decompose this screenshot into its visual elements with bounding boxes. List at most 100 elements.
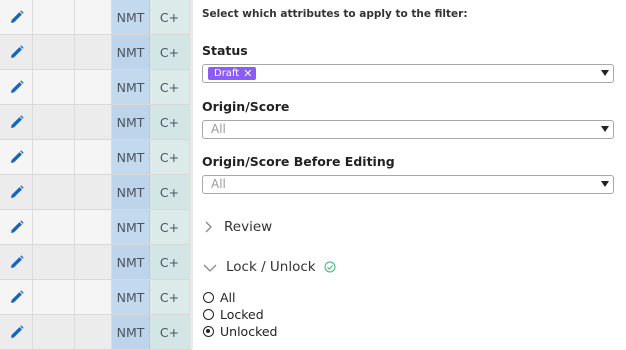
empty-cell[interactable] — [75, 280, 112, 315]
chip-remove-icon[interactable]: ✕ — [243, 67, 252, 80]
radio-all-label: All — [220, 290, 236, 305]
origin-score-before-label: Origin/Score Before Editing — [202, 154, 395, 169]
empty-cell[interactable] — [75, 70, 112, 105]
empty-cell[interactable] — [33, 35, 75, 70]
table-row[interactable]: NMT C+ — [0, 210, 192, 245]
flag-cell[interactable]: C+ — [150, 35, 190, 70]
engine-cell[interactable]: NMT — [112, 140, 150, 175]
empty-cell[interactable] — [33, 175, 75, 210]
table-row[interactable]: NMT C+ — [0, 175, 192, 210]
flag-cell[interactable]: C+ — [150, 70, 190, 105]
radio-unlocked-control[interactable] — [203, 326, 214, 337]
engine-cell[interactable]: NMT — [112, 315, 150, 350]
chevron-down-icon[interactable] — [601, 126, 609, 132]
flag-cell[interactable]: C+ — [150, 175, 190, 210]
flag-cell[interactable]: C+ — [150, 315, 190, 350]
lock-section-header[interactable]: Lock / Unlock — [202, 259, 336, 275]
empty-cell[interactable] — [33, 140, 75, 175]
active-check-icon — [324, 261, 336, 273]
pencil-icon[interactable] — [8, 184, 25, 201]
edit-cell[interactable] — [0, 140, 33, 175]
edit-cell[interactable] — [0, 315, 33, 350]
origin-score-placeholder: All — [211, 122, 226, 136]
status-label: Status — [202, 43, 248, 58]
pencil-icon[interactable] — [8, 9, 25, 26]
edit-cell[interactable] — [0, 70, 33, 105]
pencil-icon[interactable] — [8, 114, 25, 131]
empty-cell[interactable] — [75, 175, 112, 210]
table-row[interactable]: NMT C+ — [0, 35, 192, 70]
empty-cell[interactable] — [33, 105, 75, 140]
flag-cell[interactable]: C+ — [150, 0, 190, 35]
radio-locked-control[interactable] — [203, 309, 214, 320]
chevron-right-icon — [205, 221, 212, 233]
table-row[interactable]: NMT C+ — [0, 140, 192, 175]
empty-cell[interactable] — [75, 315, 112, 350]
pencil-icon[interactable] — [8, 254, 25, 271]
filter-panel: Select which attributes to apply to the … — [193, 0, 626, 349]
table-row[interactable]: NMT C+ — [0, 315, 192, 350]
pencil-icon[interactable] — [8, 149, 25, 166]
empty-cell[interactable] — [75, 210, 112, 245]
table-row[interactable]: NMT C+ — [0, 105, 192, 140]
status-chip-label: Draft — [214, 68, 240, 79]
empty-cell[interactable] — [33, 0, 75, 35]
pencil-icon[interactable] — [8, 289, 25, 306]
flag-cell[interactable]: C+ — [150, 105, 190, 140]
chevron-down-icon — [203, 264, 217, 272]
edit-cell[interactable] — [0, 210, 33, 245]
engine-cell[interactable]: NMT — [112, 210, 150, 245]
radio-unlocked-label: Unlocked — [220, 324, 278, 339]
review-section-label: Review — [224, 219, 273, 235]
table-row[interactable]: NMT C+ — [0, 245, 192, 280]
empty-cell[interactable] — [75, 105, 112, 140]
empty-cell[interactable] — [33, 210, 75, 245]
status-select[interactable]: Draft ✕ — [202, 64, 614, 83]
table-row[interactable]: NMT C+ — [0, 0, 192, 35]
pencil-icon[interactable] — [8, 219, 25, 236]
chevron-down-icon[interactable] — [601, 70, 609, 76]
empty-cell[interactable] — [33, 280, 75, 315]
engine-cell[interactable]: NMT — [112, 105, 150, 140]
engine-cell[interactable]: NMT — [112, 175, 150, 210]
radio-all-control[interactable] — [203, 292, 214, 303]
empty-cell[interactable] — [33, 245, 75, 280]
edit-cell[interactable] — [0, 105, 33, 140]
review-section-header[interactable]: Review — [202, 219, 272, 235]
engine-cell[interactable]: NMT — [112, 35, 150, 70]
edit-cell[interactable] — [0, 35, 33, 70]
engine-cell[interactable]: NMT — [112, 0, 150, 35]
pencil-icon[interactable] — [8, 324, 25, 341]
engine-cell[interactable]: NMT — [112, 70, 150, 105]
empty-cell[interactable] — [75, 35, 112, 70]
edit-cell[interactable] — [0, 280, 33, 315]
origin-score-before-placeholder: All — [211, 177, 226, 191]
flag-cell[interactable]: C+ — [150, 210, 190, 245]
radio-all[interactable]: All — [203, 290, 236, 305]
chevron-down-icon[interactable] — [601, 181, 609, 187]
flag-cell[interactable]: C+ — [150, 140, 190, 175]
pencil-icon[interactable] — [8, 44, 25, 61]
empty-cell[interactable] — [33, 315, 75, 350]
segment-grid: NMT C+ NMT C+ NMT C+ NMT C+ NMT C+ NMT C+ NMT C+ NMT C+… — [0, 0, 192, 350]
empty-cell[interactable] — [75, 245, 112, 280]
radio-locked[interactable]: Locked — [203, 307, 264, 322]
pencil-icon[interactable] — [8, 79, 25, 96]
edit-cell[interactable] — [0, 0, 33, 35]
radio-unlocked[interactable]: Unlocked — [203, 324, 277, 339]
empty-cell[interactable] — [75, 0, 112, 35]
edit-cell[interactable] — [0, 245, 33, 280]
empty-cell[interactable] — [33, 70, 75, 105]
edit-cell[interactable] — [0, 175, 33, 210]
flag-cell[interactable]: C+ — [150, 280, 190, 315]
table-row[interactable]: NMT C+ — [0, 70, 192, 105]
table-row[interactable]: NMT C+ — [0, 280, 192, 315]
engine-cell[interactable]: NMT — [112, 280, 150, 315]
origin-score-before-select[interactable]: All — [202, 175, 614, 194]
flag-cell[interactable]: C+ — [150, 245, 190, 280]
origin-score-select[interactable]: All — [202, 120, 614, 139]
filter-instruction: Select which attributes to apply to the … — [202, 8, 468, 20]
origin-score-label: Origin/Score — [202, 99, 290, 114]
empty-cell[interactable] — [75, 140, 112, 175]
engine-cell[interactable]: NMT — [112, 245, 150, 280]
